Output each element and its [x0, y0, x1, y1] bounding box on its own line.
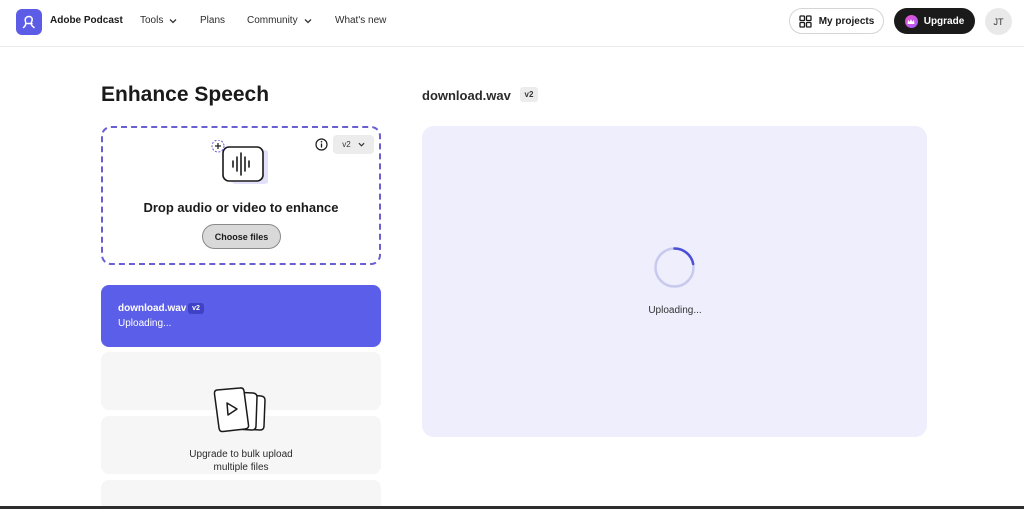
empty-file-slot — [101, 480, 381, 509]
user-avatar[interactable]: JT — [985, 8, 1012, 35]
file-name: download.wav — [118, 303, 187, 314]
audio-upload-icon — [211, 140, 268, 184]
crown-icon — [904, 14, 918, 28]
version-badge: v2 — [188, 303, 204, 314]
nav-plans[interactable]: Plans — [200, 15, 225, 26]
adobe-podcast-logo-icon[interactable] — [16, 9, 42, 35]
bulk-upload-line-2: multiple files — [213, 462, 269, 473]
upgrade-label: Upgrade — [923, 15, 965, 27]
preview-status: Uploading... — [648, 305, 702, 316]
my-projects-label: My projects — [818, 15, 875, 27]
upgrade-button[interactable]: Upgrade — [894, 8, 975, 34]
bulk-upload-line-1: Upgrade to bulk upload — [189, 449, 293, 460]
dropzone-prompt: Drop audio or video to enhance — [143, 200, 339, 215]
brand-name[interactable]: Adobe Podcast — [50, 15, 123, 26]
my-projects-button[interactable]: My projects — [789, 8, 884, 34]
upload-file-card[interactable]: download.wav v2 Uploading... — [101, 285, 381, 347]
preview-version-badge: v2 — [520, 87, 538, 102]
chevron-down-icon — [169, 18, 177, 23]
preview-file-name: download.wav — [422, 88, 511, 103]
loading-spinner-icon — [654, 247, 695, 288]
nav-whats-new[interactable]: What's new — [335, 15, 386, 26]
info-icon[interactable] — [315, 138, 328, 151]
choose-files-button[interactable]: Choose files — [202, 224, 281, 249]
file-dropzone[interactable]: v2 Drop audio or video to enhance Choose… — [101, 126, 381, 265]
top-navigation-bar: Adobe Podcast Tools Plans Community What… — [0, 0, 1024, 47]
chevron-down-icon — [304, 18, 312, 23]
file-status: Uploading... — [118, 318, 172, 329]
bulk-upload-message: Upgrade to bulk upload multiple files — [101, 448, 381, 474]
nav-plans-label: Plans — [200, 15, 226, 26]
nav-tools[interactable]: Tools — [140, 15, 177, 26]
nav-whats-new-label: What's new — [335, 15, 387, 26]
version-select[interactable]: v2 — [333, 135, 374, 154]
nav-community[interactable]: Community — [247, 15, 312, 26]
bulk-video-files-icon — [213, 387, 266, 433]
chevron-down-icon — [358, 142, 365, 147]
nav-community-label: Community — [247, 15, 298, 26]
nav-tools-label: Tools — [140, 15, 164, 26]
version-select-value: v2 — [342, 140, 351, 149]
page-title: Enhance Speech — [101, 83, 270, 106]
grid-icon — [799, 14, 812, 28]
